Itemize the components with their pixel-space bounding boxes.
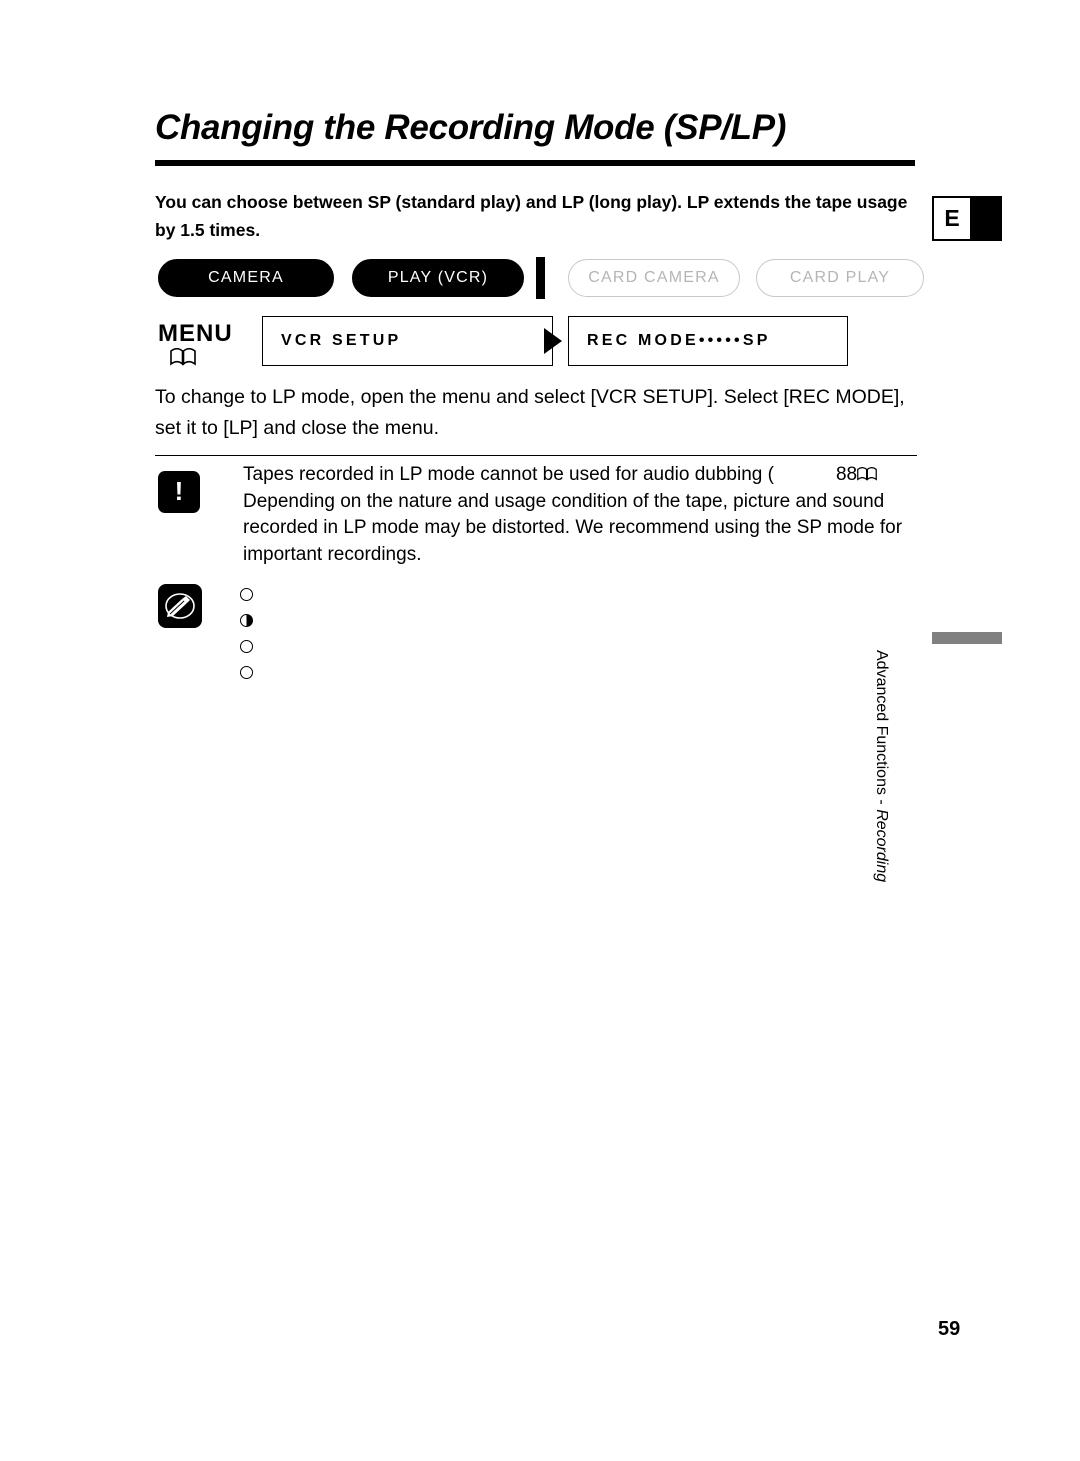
- list-item: [240, 661, 900, 687]
- notes-icon: [158, 584, 202, 628]
- caution-text-block: Tapes recorded in LP mode cannot be used…: [243, 462, 918, 568]
- caution-reference-page: 88: [835, 464, 858, 485]
- page-number: 59: [938, 1318, 961, 1340]
- mode-button-camera: CAMERA: [158, 259, 334, 297]
- side-tab-line2: Recording: [873, 809, 890, 883]
- mode-button-card-play: CARD PLAY: [756, 259, 924, 297]
- menu-item-rec-mode: REC MODE•••••SP: [568, 316, 848, 366]
- edition-tab: E: [932, 196, 1002, 241]
- bullet-icon: [240, 640, 253, 653]
- menu-label: MENU: [158, 320, 233, 347]
- body-paragraph: To change to LP mode, open the menu and …: [155, 386, 905, 439]
- title-underline: [155, 160, 915, 166]
- manual-page: Changing the Recording Mode (SP/LP) E Yo…: [0, 0, 1080, 1461]
- bullet-icon: [240, 614, 253, 627]
- caution-icon: !: [158, 471, 200, 513]
- bullet-icon: [240, 666, 253, 679]
- list-item: [240, 583, 900, 609]
- page-title: Changing the Recording Mode (SP/LP): [155, 108, 787, 147]
- side-tab-text: Advanced Functions - Recording: [850, 650, 890, 882]
- notes-bullet-list: [240, 583, 900, 687]
- mode-indicator-row: CAMERA PLAY (VCR) CARD CAMERA CARD PLAY: [158, 257, 924, 299]
- pencil-icon: [165, 593, 195, 619]
- intro-paragraph: You can choose between SP (standard play…: [155, 192, 908, 240]
- arrow-right-icon: [544, 328, 562, 354]
- list-item: [240, 635, 900, 661]
- book-ref-icon: [857, 463, 877, 481]
- mode-group-separator: [536, 257, 545, 299]
- book-icon: [170, 347, 196, 366]
- list-item: [240, 609, 900, 635]
- caution-sentence-2: Depending on the nature and usage condit…: [243, 490, 903, 565]
- exclamation-glyph: !: [174, 476, 184, 506]
- mode-button-play-vcr: PLAY (VCR): [352, 259, 524, 297]
- side-tab-line1: Advanced Functions -: [873, 650, 890, 805]
- mode-button-card-camera: CARD CAMERA: [568, 259, 740, 297]
- section-divider: [155, 455, 917, 456]
- bullet-icon: [240, 588, 253, 601]
- caution-sentence-1: Tapes recorded in LP mode cannot be used…: [243, 464, 774, 485]
- side-tab-marker: [932, 632, 1002, 644]
- edition-tab-block: [970, 198, 1000, 239]
- edition-letter: E: [944, 205, 960, 231]
- menu-item-vcr-setup: VCR SETUP: [262, 316, 553, 366]
